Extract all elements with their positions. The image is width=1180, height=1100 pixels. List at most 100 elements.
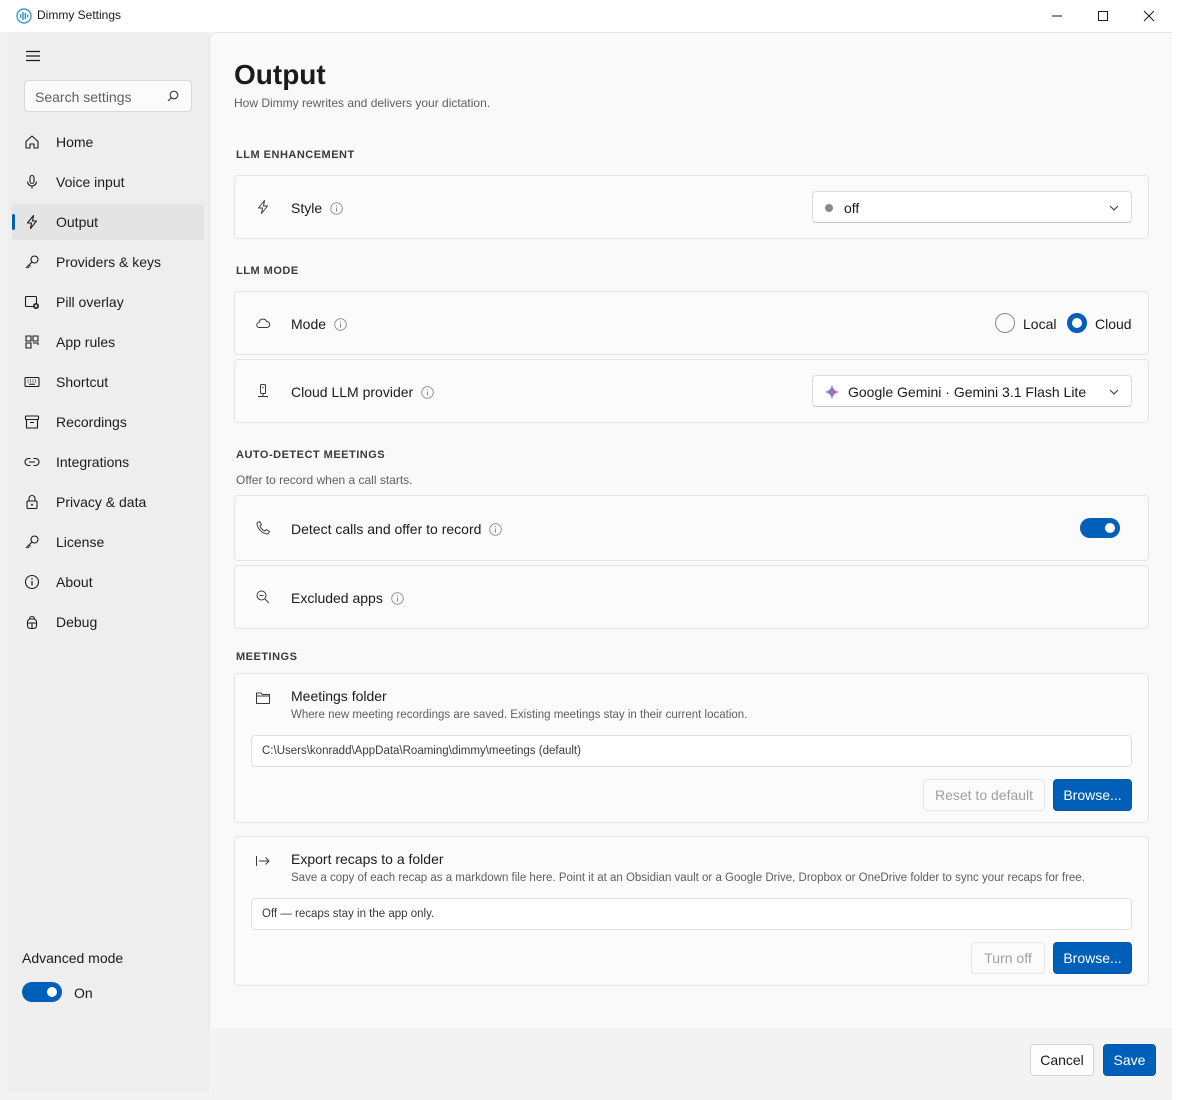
search-box[interactable] — [24, 80, 192, 112]
info-icon[interactable] — [330, 201, 343, 215]
export-recaps-path-field: Off — recaps stay in the app only. — [251, 898, 1132, 930]
info-icon — [24, 574, 40, 590]
microphone-icon — [26, 174, 38, 189]
window-title: Dimmy Settings — [37, 8, 122, 22]
sidebar-item-output[interactable]: Output — [12, 204, 204, 240]
mode-label: Mode — [291, 316, 327, 332]
mode-radio-local[interactable] — [995, 313, 1015, 333]
lightning-icon — [258, 200, 268, 214]
sidebar-item-pill-overlay[interactable]: Pill overlay — [12, 284, 204, 320]
sidebar-item-label: Voice input — [56, 174, 125, 190]
lock-icon — [26, 495, 38, 510]
export-arrow-icon — [256, 856, 270, 866]
meetings-folder-path: C:\Users\konradd\AppData\Roaming\dimmy\m… — [262, 745, 581, 757]
meetings-folder-path-field: C:\Users\konradd\AppData\Roaming\dimmy\m… — [251, 735, 1132, 767]
export-recaps-card: Export recaps to a folder Save a copy of… — [234, 836, 1149, 986]
title-bar: Dimmy Settings — [0, 0, 1180, 32]
detect-calls-label-group: Detect calls and offer to record — [291, 521, 503, 537]
meetings-folder-description: Where new meeting recordings are saved. … — [291, 709, 748, 721]
section-heading-llm-enhancement: LLM ENHANCEMENT — [236, 149, 355, 161]
sidebar-item-label: Recordings — [56, 414, 127, 430]
sidebar-item-license[interactable]: License — [12, 524, 204, 560]
section-heading-auto-detect: AUTO-DETECT MEETINGS — [236, 449, 386, 461]
style-label: Style — [291, 200, 323, 216]
lightning-icon — [26, 214, 38, 230]
search-input[interactable] — [35, 87, 165, 107]
bug-icon — [26, 615, 38, 630]
home-icon — [25, 135, 39, 149]
style-label-group: Style — [291, 200, 343, 216]
reset-to-default-button[interactable]: Reset to default — [923, 779, 1045, 811]
gemini-sparkle-icon — [824, 384, 840, 400]
sidebar-item-label: Privacy & data — [56, 494, 147, 510]
mode-radio-local-label[interactable]: Local — [1023, 316, 1056, 332]
maximize-icon — [1098, 11, 1108, 21]
sidebar-item-label: Integrations — [56, 454, 130, 470]
link-icon — [24, 457, 40, 467]
sidebar-item-shortcut[interactable]: Shortcut — [12, 364, 204, 400]
mode-radio-cloud-label[interactable]: Cloud — [1095, 316, 1132, 332]
export-recaps-browse-button[interactable]: Browse... — [1053, 942, 1132, 974]
hamburger-menu-icon[interactable] — [25, 50, 41, 62]
key-icon — [25, 255, 39, 269]
mode-row: Mode Local Cloud — [234, 291, 1149, 355]
section-heading-llm-mode: LLM MODE — [236, 265, 299, 277]
minimize-button[interactable] — [1034, 0, 1080, 32]
archive-icon — [24, 415, 40, 429]
sidebar-item-label: App rules — [56, 334, 116, 350]
overlay-icon — [24, 295, 39, 309]
close-icon — [1143, 10, 1155, 22]
sidebar: Home Voice input Output Providers & keys… — [8, 32, 209, 1092]
sidebar-item-app-rules[interactable]: App rules — [12, 324, 204, 360]
info-icon[interactable] — [489, 522, 503, 536]
detect-calls-toggle[interactable] — [1080, 518, 1120, 538]
mode-radio-cloud[interactable] — [1067, 313, 1087, 333]
advanced-mode-toggle[interactable] — [22, 982, 62, 1002]
sidebar-item-home[interactable]: Home — [12, 124, 204, 160]
sidebar-item-providers-keys[interactable]: Providers & keys — [12, 244, 204, 280]
keyboard-icon — [24, 376, 40, 388]
close-button[interactable] — [1126, 0, 1172, 32]
excluded-apps-label-group: Excluded apps — [291, 590, 404, 606]
chevron-down-icon — [1109, 389, 1119, 395]
export-recaps-title: Export recaps to a folder — [291, 851, 444, 867]
turn-off-button[interactable]: Turn off — [971, 942, 1045, 974]
sidebar-nav: Home Voice input Output Providers & keys… — [12, 124, 204, 644]
cloud-provider-dropdown-value: Google Gemini · Gemini 3.1 Flash Lite — [848, 384, 1087, 400]
cloud-provider-label: Cloud LLM provider — [291, 384, 414, 400]
sidebar-item-label: Output — [56, 214, 99, 230]
sidebar-item-recordings[interactable]: Recordings — [12, 404, 204, 440]
save-button[interactable]: Save — [1103, 1044, 1156, 1076]
search-icon[interactable] — [167, 90, 179, 102]
sidebar-item-label: Shortcut — [56, 374, 109, 390]
sidebar-item-integrations[interactable]: Integrations — [12, 444, 204, 480]
info-icon[interactable] — [334, 317, 347, 331]
sidebar-item-label: Providers & keys — [56, 254, 162, 270]
maximize-button[interactable] — [1080, 0, 1126, 32]
meetings-folder-browse-button[interactable]: Browse... — [1053, 779, 1132, 811]
sidebar-item-label: Home — [56, 134, 94, 150]
cloud-icon — [256, 318, 271, 328]
info-icon[interactable] — [391, 591, 404, 605]
folder-icon — [256, 692, 270, 704]
zoom-out-icon — [256, 590, 270, 604]
cloud-provider-label-group: Cloud LLM provider — [291, 384, 434, 400]
sidebar-item-voice-input[interactable]: Voice input — [12, 164, 204, 200]
sidebar-item-privacy-data[interactable]: Privacy & data — [12, 484, 204, 520]
meetings-folder-card: Meetings folder Where new meeting record… — [234, 673, 1149, 823]
cloud-provider-row: Cloud LLM provider Google Gemini · Gemin… — [234, 359, 1149, 423]
meetings-folder-title: Meetings folder — [291, 688, 387, 704]
info-icon[interactable] — [421, 385, 434, 399]
style-dropdown[interactable]: off — [812, 191, 1132, 223]
cloud-provider-dropdown[interactable]: Google Gemini · Gemini 3.1 Flash Lite — [812, 375, 1132, 407]
sidebar-item-about[interactable]: About — [12, 564, 204, 600]
status-dot-icon — [825, 204, 833, 212]
section-description-auto-detect: Offer to record when a call starts. — [236, 473, 413, 487]
sidebar-item-debug[interactable]: Debug — [12, 604, 204, 640]
sidebar-item-label: License — [56, 534, 105, 550]
excluded-apps-row[interactable]: Excluded apps — [234, 565, 1149, 629]
advanced-mode-label: Advanced mode — [22, 950, 124, 966]
detect-calls-label: Detect calls and offer to record — [291, 521, 482, 537]
cancel-button[interactable]: Cancel — [1030, 1044, 1094, 1076]
sidebar-item-label: Debug — [56, 614, 98, 630]
